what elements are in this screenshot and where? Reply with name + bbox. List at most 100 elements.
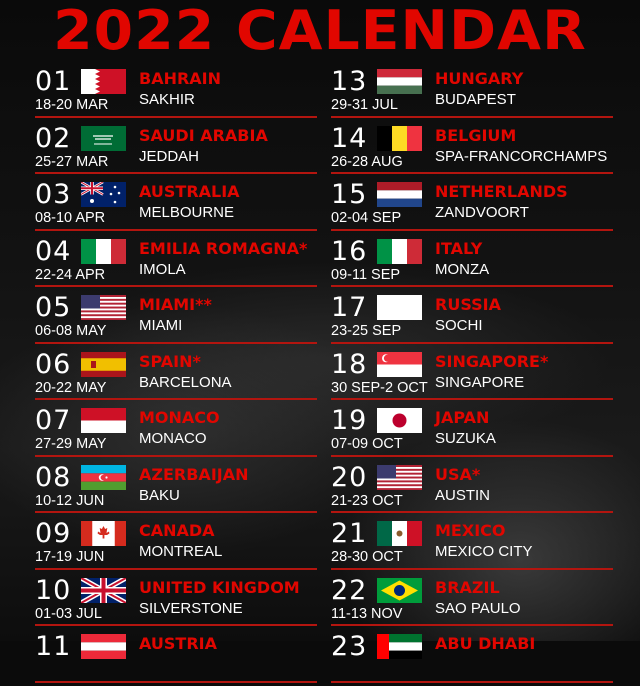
race-city: MONACO xyxy=(139,430,207,447)
canada-flag-icon xyxy=(81,521,126,546)
race-country: UNITED KINGDOM xyxy=(139,577,300,597)
race-dates: 20-22 MAY xyxy=(35,379,107,396)
italy-flag-icon xyxy=(377,238,422,264)
race-row: 19 07-09 OCT JAPAN SUZUKA xyxy=(331,403,613,460)
race-city: SAKHIR xyxy=(139,91,195,108)
race-country: NETHERLANDS xyxy=(435,182,568,201)
race-dates: 22-24 APR xyxy=(35,266,106,283)
race-dates: 23-25 SEP xyxy=(331,323,402,339)
race-city: ZANDVOORT xyxy=(435,204,529,221)
race-country: AUSTRALIA xyxy=(139,182,240,201)
race-city: IMOLA xyxy=(139,260,186,278)
race-dates: 11-13 NOV xyxy=(331,605,403,622)
race-city: SINGAPORE xyxy=(435,373,525,391)
race-row: 14 26-28 AUG BELGIUM SPA-FRANCORCHAMPS xyxy=(331,121,613,178)
round-number: 04 xyxy=(35,235,72,267)
round-number: 10 xyxy=(35,574,72,606)
race-row: 18 30 SEP-2 OCT SINGAPORE* SINGAPORE xyxy=(331,347,613,404)
race-row: 17 23-25 SEP RUSSIA SOCHI xyxy=(331,290,613,347)
race-city: JEDDAH xyxy=(139,147,200,165)
race-country: BELGIUM xyxy=(435,125,517,145)
race-country: AZERBAIJAN xyxy=(139,464,249,484)
round-number: 19 xyxy=(331,405,368,436)
race-row: 08 10-12 JUN AZERBAIJAN BAKU xyxy=(35,460,317,517)
race-country: ABU DHABI xyxy=(435,634,536,653)
race-row: 21 28-30 OCT MEXICO MEXICO CITY xyxy=(331,516,613,573)
right-race-column: 13 29-31 JUL HUNGARY BUDAPEST 14 26-28 AUG BEL… xyxy=(331,64,613,686)
race-country: USA* xyxy=(435,464,481,484)
race-row: 22 11-13 NOV BRAZIL SAO PAULO xyxy=(331,573,613,630)
hungary-flag-icon xyxy=(377,69,422,94)
round-number: 15 xyxy=(331,179,368,210)
round-number: 05 xyxy=(35,292,72,323)
race-row: 20 21-23 OCT USA* AUSTIN xyxy=(331,460,613,517)
race-dates: 09-11 SEP xyxy=(331,266,401,283)
race-country: MONACO xyxy=(139,408,220,427)
belgium-flag-icon xyxy=(377,125,422,151)
round-number: 13 xyxy=(331,66,368,97)
race-country: EMILIA ROMAGNA* xyxy=(139,238,308,258)
race-city: MELBOURNE xyxy=(139,204,235,221)
race-city: SILVERSTONE xyxy=(139,599,243,617)
race-city: SUZUKA xyxy=(435,430,496,447)
bahrain-flag-icon xyxy=(81,69,126,94)
spain-flag-icon xyxy=(81,351,126,377)
race-dates: 06-08 MAY xyxy=(35,323,107,339)
round-number: 08 xyxy=(35,461,72,493)
race-country: MIAMI** xyxy=(139,295,212,314)
race-country: SINGAPORE* xyxy=(435,351,549,371)
race-city: SPA-FRANCORCHAMPS xyxy=(435,147,608,165)
race-dates: 25-27 MAR xyxy=(35,153,109,170)
race-dates: 10-12 JUN xyxy=(35,492,105,509)
round-number: 23 xyxy=(331,631,368,662)
race-city: BUDAPEST xyxy=(435,91,516,108)
round-number: 18 xyxy=(331,348,368,380)
japan-flag-icon xyxy=(377,408,422,433)
race-country: SPAIN* xyxy=(139,351,201,371)
race-country: ITALY xyxy=(435,238,483,258)
race-city: MEXICO CITY xyxy=(435,543,533,560)
race-row: 05 06-08 MAY MIAMI** MIAMI xyxy=(35,290,317,347)
race-dates: 28-30 OCT xyxy=(331,549,403,565)
mexico-flag-icon xyxy=(377,521,422,546)
race-row: 13 29-31 JUL HUNGARY BUDAPEST xyxy=(331,64,613,121)
race-row: 23 ABU DHABI xyxy=(331,629,613,686)
race-row: 09 17-19 JUN CANADA MONTREAL xyxy=(35,516,317,573)
singapore-flag-icon xyxy=(377,351,422,377)
race-dates: 29-31 JUL xyxy=(331,97,398,113)
race-row: 07 27-29 MAY MONACO MONACO xyxy=(35,403,317,460)
round-number: 14 xyxy=(331,122,368,154)
azerbaijan-flag-icon xyxy=(81,464,126,490)
race-row: 16 09-11 SEP ITALY MONZA xyxy=(331,234,613,291)
page-title: 2022 CALENDAR xyxy=(53,0,587,62)
race-dates: 27-29 MAY xyxy=(35,436,107,452)
race-dates: 07-09 OCT xyxy=(331,436,403,452)
race-city: MONZA xyxy=(435,260,490,278)
round-number: 22 xyxy=(331,574,368,606)
race-dates: 18-20 MAR xyxy=(35,97,109,113)
race-row: 04 22-24 APR EMILIA ROMAGNA* IMOLA xyxy=(35,234,317,291)
race-country: BAHRAIN xyxy=(139,69,222,88)
race-dates: 26-28 AUG xyxy=(331,153,403,170)
race-row: 11 AUSTRIA xyxy=(35,629,317,686)
round-number: 21 xyxy=(331,518,368,549)
race-dates: 01-03 JUL xyxy=(35,605,102,622)
race-city: BAKU xyxy=(139,486,180,504)
race-country: MEXICO xyxy=(435,521,506,540)
monaco-flag-icon xyxy=(81,408,126,433)
left-race-column: 01 18-20 MAR BAHRAIN SAKHIR 02 25-27 MAR SAUDI… xyxy=(35,64,317,686)
round-number: 01 xyxy=(35,66,72,97)
blank-flag-icon xyxy=(377,295,422,320)
uae-flag-icon xyxy=(377,634,422,659)
netherlands-flag-icon xyxy=(377,182,422,207)
race-row: 01 18-20 MAR BAHRAIN SAKHIR xyxy=(35,64,317,121)
race-city: AUSTIN xyxy=(435,486,491,504)
race-city: BARCELONA xyxy=(139,373,232,391)
race-city: SOCHI xyxy=(435,317,483,334)
australia-flag-icon xyxy=(81,182,126,207)
race-country: JAPAN xyxy=(435,408,490,427)
round-number: 02 xyxy=(35,122,72,154)
round-number: 07 xyxy=(35,405,72,436)
uk-flag-icon xyxy=(81,577,126,603)
round-number: 11 xyxy=(35,631,72,662)
